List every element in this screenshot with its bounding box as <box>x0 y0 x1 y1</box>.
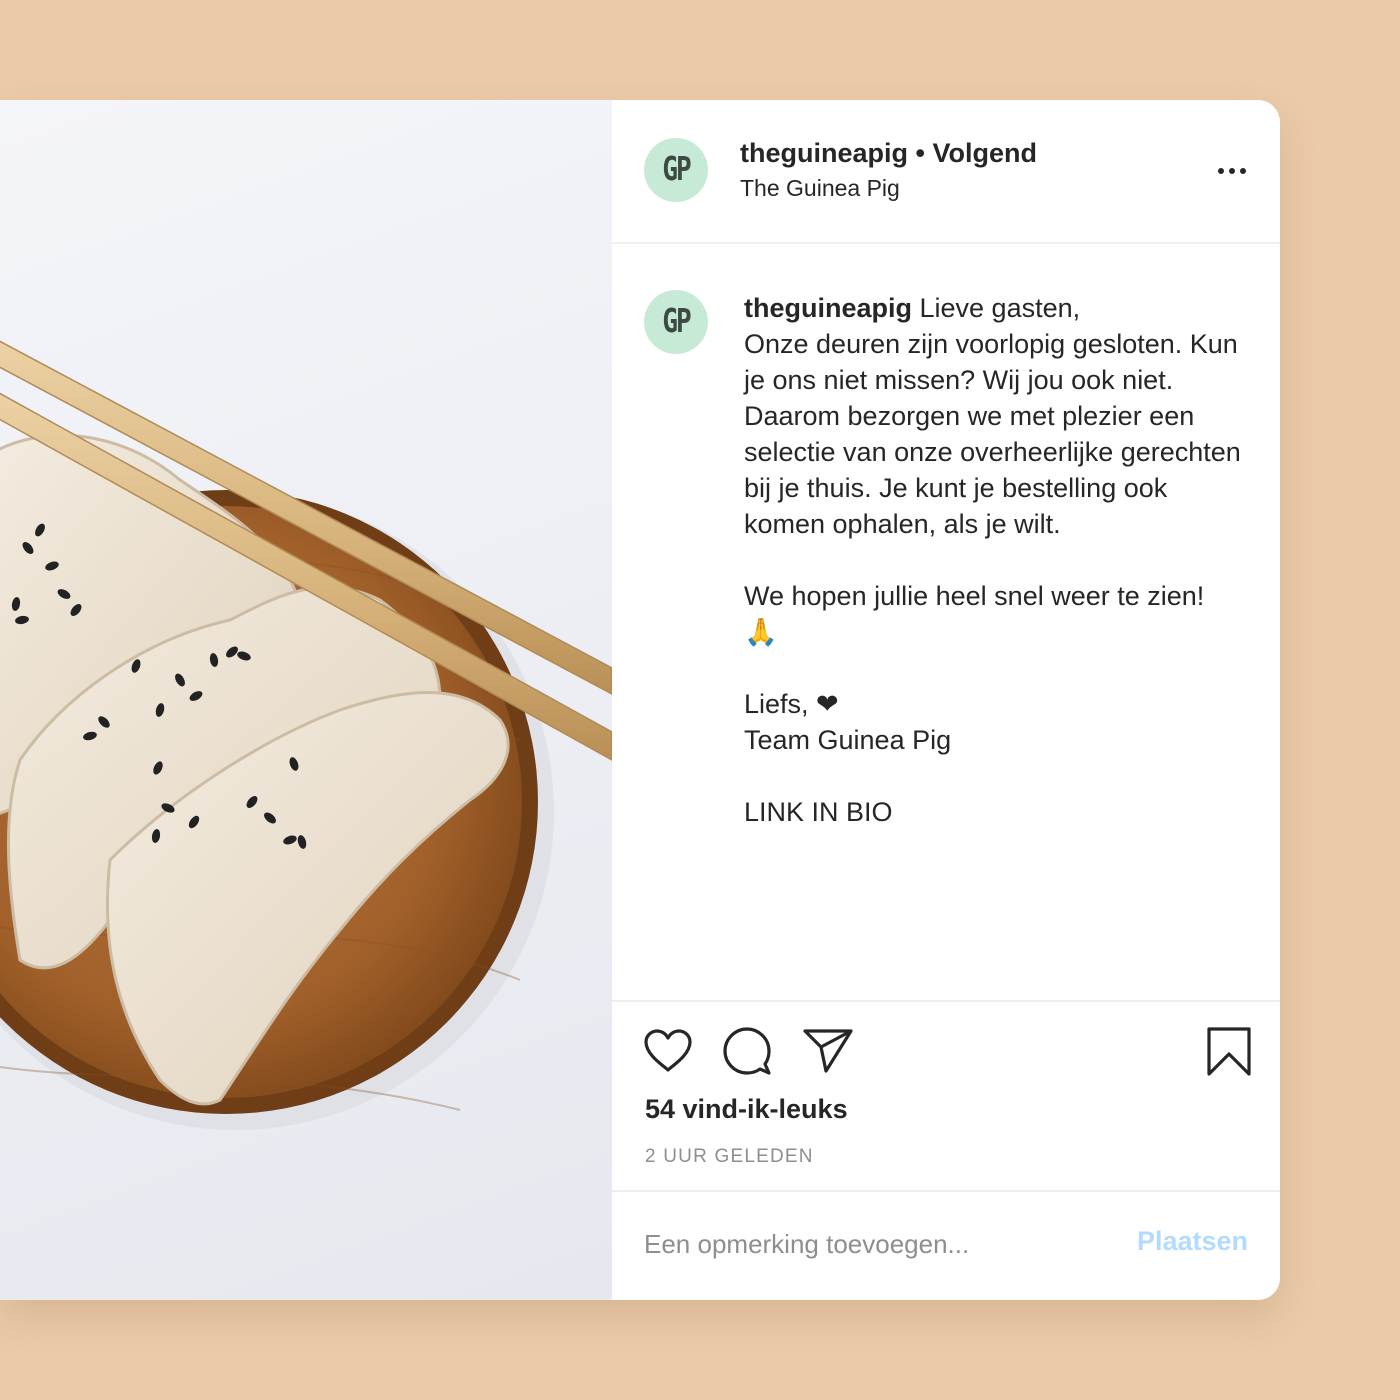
caption-text: theguineapig Lieve gasten, Onze deuren z… <box>744 290 1244 830</box>
header-username-line: theguineapig • Volgend <box>740 138 1037 169</box>
separator-dot: • <box>908 138 933 168</box>
caption-section: GP theguineapig Lieve gasten, Onze deure… <box>612 244 1280 1000</box>
caption-username-link[interactable]: theguineapig <box>744 293 912 323</box>
more-horizontal-icon <box>1218 168 1224 174</box>
bookmark-icon[interactable] <box>1206 1026 1252 1078</box>
more-horizontal-icon-dot <box>1240 168 1246 174</box>
more-options-button[interactable] <box>1212 156 1252 186</box>
like-count[interactable]: 54 vind-ik-leuks <box>645 1094 848 1125</box>
post-card: GP theguineapig • Volgend The Guinea Pig… <box>0 100 1280 1300</box>
actions-section: 54 vind-ik-leuks 2 UUR GELEDEN <box>612 1000 1280 1192</box>
avatar[interactable]: GP <box>644 138 708 202</box>
caption-avatar[interactable]: GP <box>644 290 708 354</box>
comment-input[interactable] <box>644 1220 1104 1268</box>
post-comment-button[interactable]: Plaatsen <box>1137 1226 1248 1257</box>
more-horizontal-icon-dot <box>1229 168 1235 174</box>
avatar-initials: GP <box>662 151 691 189</box>
avatar-initials: GP <box>662 303 691 341</box>
caption-body: Lieve gasten, Onze deuren zijn voorlopig… <box>744 293 1241 827</box>
post-timestamp[interactable]: 2 UUR GELEDEN <box>645 1146 814 1168</box>
paper-plane-icon[interactable] <box>802 1028 854 1074</box>
heart-icon[interactable] <box>643 1028 693 1074</box>
follow-status-button[interactable]: Volgend <box>932 138 1037 168</box>
comment-section: Plaatsen <box>612 1190 1280 1300</box>
account-display-name: The Guinea Pig <box>740 175 900 201</box>
post-image[interactable] <box>0 100 612 1300</box>
post-header: GP theguineapig • Volgend The Guinea Pig <box>612 100 1280 244</box>
post-details-panel: GP theguineapig • Volgend The Guinea Pig… <box>612 100 1280 1300</box>
username-link[interactable]: theguineapig <box>740 138 908 168</box>
comment-bubble-icon[interactable] <box>722 1026 772 1076</box>
